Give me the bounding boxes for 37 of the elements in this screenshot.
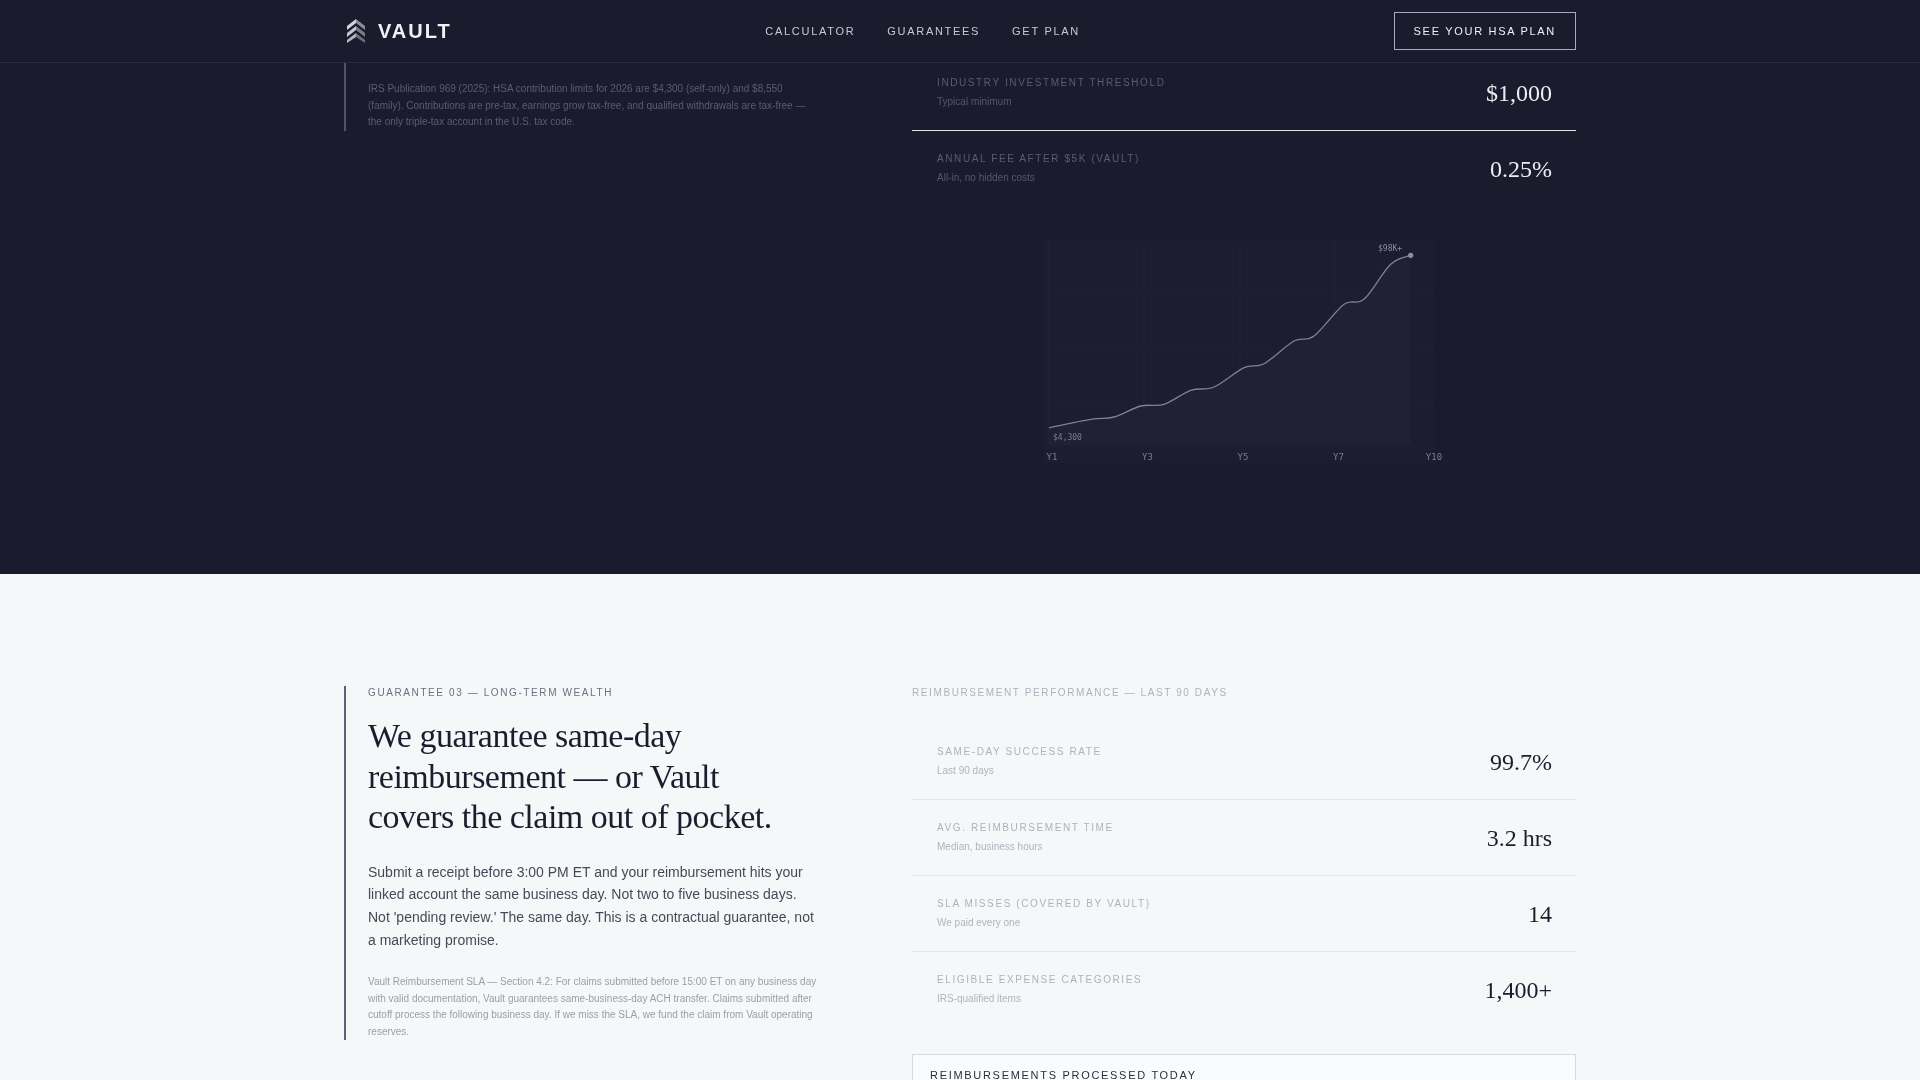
- metric-caption: Typical minimum: [937, 96, 1013, 108]
- metric-label: SAME-DAY SUCCESS RATE: [937, 746, 1102, 758]
- source-note: IRS Publication 969 (2025): HSA contribution limits for 2026 are $4,300 (self-only) and $8,550 (family). Contributions are pre-tax, earnings grow tax-free, and qualified withdrawals are tax-free — the only triple-tax account in the U.S. tax code.: [344, 63, 820, 131]
- metric-caption: We paid every one: [937, 917, 1022, 929]
- performance-title: REIMBURSEMENT PERFORMANCE — LAST 90 DAYS: [912, 686, 1229, 699]
- axis-label: Y7: [1333, 452, 1344, 462]
- section-eyebrow: GUARANTEE 03 — LONG-TERM WEALTH: [368, 686, 614, 699]
- metric-caption: Last 90 days: [937, 765, 995, 777]
- logo-icon: [347, 19, 365, 43]
- metric-value: 3.2 hrs: [1486, 823, 1552, 852]
- metric-value: 14: [1528, 899, 1552, 928]
- axis-label: Y10: [1425, 452, 1443, 462]
- nav-link[interactable]: CALCULATOR: [765, 25, 856, 37]
- end-value-label: $98K+: [1378, 244, 1403, 253]
- section-heading: We guarantee same-day reimbursement — or Vault covers the claim out of pocket.: [368, 716, 773, 837]
- metric-value: 99.7%: [1490, 747, 1552, 776]
- metric-label: AVG. REIMBURSEMENT TIME: [937, 822, 1114, 834]
- fine-print: Vault Reimbursement SLA — Section 4.2: For claims submitted before 15:00 ET on any business day with valid documentation, Vault guarantees same-business-day ACH transfer. Claims submitted after cutoff process the following business day. If we miss the SLA, we fund the claim from Vault operating reserves.: [368, 975, 818, 1039]
- card-title: REIMBURSEMENTS PROCESSED TODAY: [930, 1069, 1198, 1080]
- axis-label: Y3: [1142, 452, 1153, 462]
- nav-link[interactable]: GUARANTEES: [887, 25, 981, 37]
- metric-value: 1,400+: [1484, 975, 1552, 1004]
- metric-label: INDUSTRY INVESTMENT THRESHOLD: [937, 77, 1166, 89]
- metric-value: 0.25%: [1490, 154, 1552, 183]
- axis-label: Y1: [1046, 452, 1058, 462]
- metric-label: ANNUAL FEE AFTER $5K (VAULT): [937, 153, 1140, 165]
- brand-name: VAULT: [378, 19, 452, 43]
- metric-label: ELIGIBLE EXPENSE CATEGORIES: [937, 974, 1143, 986]
- nav-link[interactable]: GET PLAN: [1012, 25, 1080, 37]
- metric-label: SLA MISSES (COVERED BY VAULT): [937, 898, 1151, 910]
- start-value-label: $4,300: [1053, 433, 1082, 442]
- metric-value: $1,000: [1486, 78, 1552, 107]
- metric-caption: Median, business hours: [937, 841, 1044, 853]
- cta-button[interactable]: SEE YOUR HSA PLAN: [1393, 12, 1576, 50]
- axis-label: Y5: [1237, 452, 1249, 462]
- metric-caption: IRS-qualified items: [937, 993, 1022, 1005]
- body-text: Submit a receipt before 3:00 PM ET and your reimbursement hits your linked account the same business day. Not two to five business days. Not 'pending review.' The same day. This is a contractual guarantee, not a marketing promise.: [368, 862, 815, 950]
